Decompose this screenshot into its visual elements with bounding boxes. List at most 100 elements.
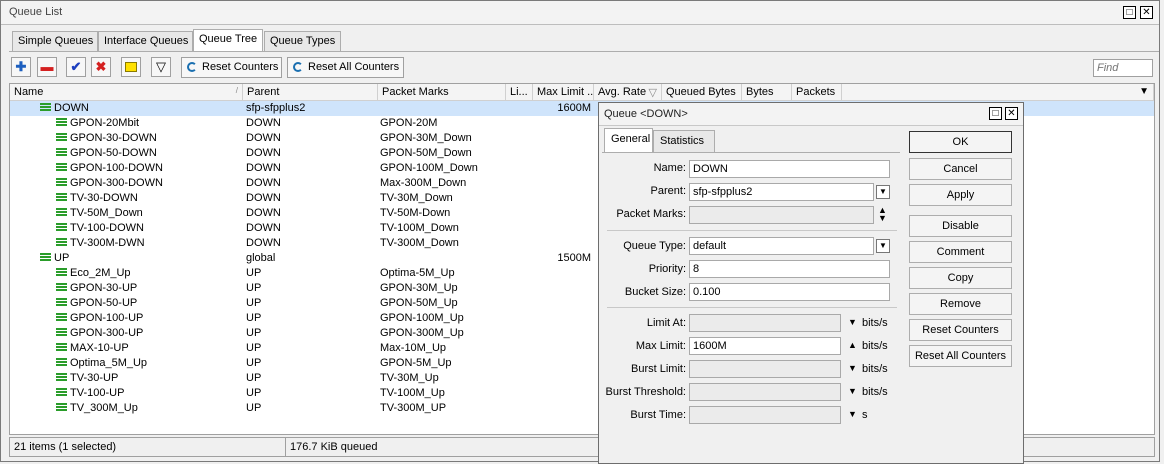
enable-button[interactable]: ✔: [66, 57, 86, 77]
cell-text: DOWN: [246, 192, 281, 204]
cancel-button[interactable]: Cancel: [909, 158, 1012, 180]
column-header-avg-rate[interactable]: Avg. Rate ▽: [594, 84, 662, 101]
queue-icon: [56, 133, 67, 142]
dialog-title-bar[interactable]: Queue <DOWN> □ ✕: [599, 103, 1023, 126]
disable-button[interactable]: ✖: [91, 57, 111, 77]
collapse-up-icon[interactable]: ▲: [848, 340, 857, 350]
queue-icon: [56, 283, 67, 292]
expand-down-icon[interactable]: ▼: [848, 386, 857, 396]
expand-down-icon[interactable]: ▼: [848, 363, 857, 373]
cell-marks: TV-300M_UP: [380, 401, 506, 418]
item-count: 21 items (1 selected): [14, 441, 117, 453]
burst-time-label: Burst Time:: [630, 409, 686, 421]
expand-down-icon[interactable]: ▼: [848, 317, 857, 327]
restore-icon[interactable]: □: [1123, 6, 1136, 19]
queued-total: 176.7 KiB queued: [290, 441, 378, 453]
reset-counters-button[interactable]: Reset Counters: [909, 319, 1012, 341]
remove-button[interactable]: ▬: [37, 57, 57, 77]
cell-text: UP: [246, 327, 262, 339]
parent-select[interactable]: sfp-sfpplus2: [689, 183, 874, 201]
reset-icon: [187, 62, 197, 72]
burst-time-unit: s: [862, 409, 868, 421]
x-icon: ✖: [95, 59, 107, 74]
comment-button[interactable]: Comment: [909, 241, 1012, 263]
reset-counters-button[interactable]: Reset Counters: [181, 57, 282, 78]
name-field[interactable]: DOWN: [689, 160, 890, 178]
header-label: Name: [14, 86, 44, 98]
cell-text: GPON-30-DOWN: [70, 132, 157, 144]
column-header-filler: ▼: [842, 84, 1154, 101]
queue-icon: [56, 163, 67, 172]
parent-dropdown-icon[interactable]: ▼: [876, 185, 890, 199]
apply-button[interactable]: Apply: [909, 184, 1012, 206]
reset-all-counters-button[interactable]: Reset All Counters: [909, 345, 1012, 367]
tab-interface-queues[interactable]: Interface Queues: [98, 31, 193, 51]
disable-button[interactable]: Disable: [909, 215, 1012, 237]
cell-text: GPON-100-DOWN: [70, 162, 163, 174]
tab-statistics[interactable]: Statistics: [653, 130, 715, 152]
restore-icon[interactable]: □: [989, 107, 1002, 120]
queue-type-select[interactable]: default: [689, 237, 874, 255]
tab-queue-types[interactable]: Queue Types: [264, 31, 341, 51]
plus-icon: ✚: [15, 59, 27, 74]
queue-icon: [56, 388, 67, 397]
column-menu-icon[interactable]: ▼: [1139, 86, 1149, 97]
cell-text: TV_300M_Up: [70, 402, 138, 414]
packet-marks-label: Packet Marks:: [616, 208, 686, 220]
limit-at-field[interactable]: [689, 314, 841, 332]
queue-icon: [56, 178, 67, 187]
cell-text: TV-30-DOWN: [70, 192, 138, 204]
cell-text: Optima_5M_Up: [70, 357, 148, 369]
packet-marks-field[interactable]: [689, 206, 874, 224]
tab-label: Simple Queues: [18, 35, 94, 47]
column-header-name[interactable]: Name /: [10, 84, 243, 101]
ok-button[interactable]: OK: [909, 131, 1012, 153]
bucket-size-field[interactable]: 0.100: [689, 283, 890, 301]
copy-button[interactable]: Copy: [909, 267, 1012, 289]
queue-icon: [56, 298, 67, 307]
cell-text: UP: [246, 312, 262, 324]
column-header-limit-at[interactable]: Li...: [506, 84, 533, 101]
cell-text: GPON-30-UP: [70, 282, 138, 294]
title-bar[interactable]: Queue List □ ✕: [1, 1, 1159, 25]
close-icon[interactable]: ✕: [1005, 107, 1018, 120]
column-header-parent[interactable]: Parent: [243, 84, 378, 101]
burst-limit-field[interactable]: [689, 360, 841, 378]
tab-general[interactable]: General: [604, 128, 653, 153]
column-header-packet-marks[interactable]: Packet Marks: [378, 84, 506, 101]
max-limit-unit: bits/s: [862, 340, 888, 352]
close-icon[interactable]: ✕: [1140, 6, 1153, 19]
cell-name: TV_300M_Up: [14, 401, 285, 418]
priority-field[interactable]: 8: [689, 260, 890, 278]
cell-text: DOWN: [246, 177, 281, 189]
queue-icon: [56, 208, 67, 217]
reset-all-counters-button[interactable]: Reset All Counters: [287, 57, 404, 78]
filter-button[interactable]: ▽: [151, 57, 171, 77]
tab-queue-tree[interactable]: Queue Tree: [193, 29, 263, 52]
column-header-bytes[interactable]: Bytes: [742, 84, 792, 101]
burst-threshold-field[interactable]: [689, 383, 841, 401]
queue-type-dropdown-icon[interactable]: ▼: [876, 239, 890, 253]
cell-text: GPON-50-DOWN: [70, 147, 157, 159]
queue-icon: [56, 268, 67, 277]
max-limit-field[interactable]: 1600M: [689, 337, 841, 355]
find-input[interactable]: [1093, 59, 1153, 77]
comment-button[interactable]: [121, 57, 141, 77]
window-title: Queue List: [9, 6, 63, 18]
burst-limit-unit: bits/s: [862, 363, 888, 375]
cell-text: GPON-50-UP: [70, 297, 138, 309]
expand-down-icon[interactable]: ▼: [848, 409, 857, 419]
add-button[interactable]: ✚: [11, 57, 31, 77]
remove-button[interactable]: Remove: [909, 293, 1012, 315]
cell-text: GPON-30M_Down: [380, 132, 472, 144]
column-header-packets[interactable]: Packets: [792, 84, 842, 101]
updown-icon[interactable]: ▲ ▼: [878, 206, 887, 223]
column-header-max-limit[interactable]: Max Limit ...: [533, 84, 594, 101]
reset-all-counters-label: Reset All Counters: [308, 61, 400, 73]
queue-icon: [56, 223, 67, 232]
filter-icon: ▽: [156, 59, 166, 74]
cell-parent: UP: [246, 401, 378, 418]
column-header-queued-bytes[interactable]: Queued Bytes: [662, 84, 742, 101]
burst-time-field[interactable]: [689, 406, 841, 424]
tab-simple-queues[interactable]: Simple Queues: [12, 31, 98, 51]
